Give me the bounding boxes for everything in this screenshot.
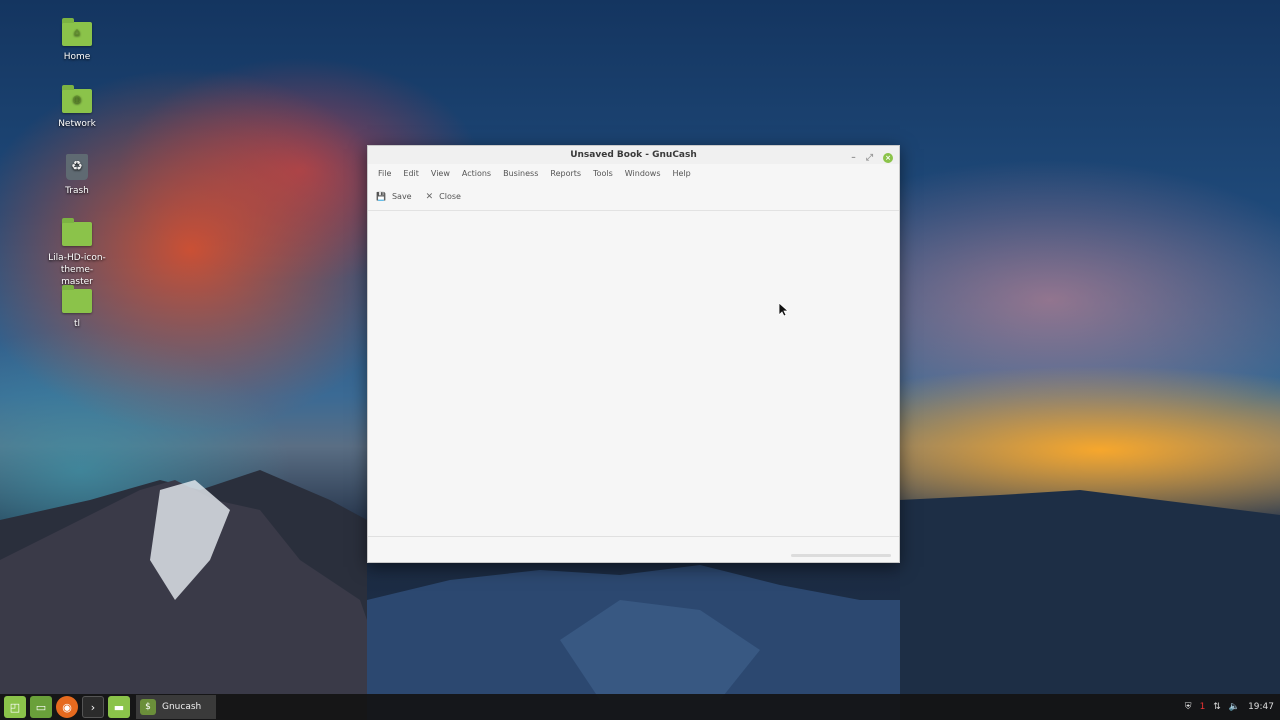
taskbar: ◰ ▭ ◉ › ▬ $ Gnucash ⛨ 1 ⇅ 🔈 19:47 — [0, 694, 1280, 720]
menu-edit[interactable]: Edit — [397, 169, 425, 178]
menu-actions[interactable]: Actions — [456, 169, 497, 178]
folder-icon — [62, 218, 92, 246]
system-tray: ⛨ 1 ⇅ 🔈 19:47 — [1185, 694, 1274, 720]
taskbar-task-gnucash[interactable]: $ Gnucash — [136, 695, 216, 719]
menu-business[interactable]: Business — [497, 169, 544, 178]
desktop-icon-label: Network — [58, 119, 96, 129]
network-icon[interactable]: ⇅ — [1213, 702, 1221, 712]
save-icon: 💾 — [376, 192, 386, 201]
window-title: Unsaved Book - GnuCash — [570, 150, 697, 160]
desktop-icon-home[interactable]: ⌂ Home — [40, 18, 114, 62]
firefox-icon[interactable]: ◉ — [56, 696, 78, 718]
volume-icon[interactable]: 🔈 — [1229, 702, 1240, 712]
task-label: Gnucash — [162, 702, 202, 712]
menu-view[interactable]: View — [425, 169, 456, 178]
menu-help[interactable]: Help — [667, 169, 697, 178]
shield-icon[interactable]: ⛨ — [1185, 702, 1192, 712]
menu-reports[interactable]: Reports — [544, 169, 587, 178]
close-button[interactable]: ✕ Close — [426, 192, 461, 202]
desktop-icon-label: tl — [73, 319, 81, 329]
progress-bar — [791, 554, 891, 557]
window-titlebar[interactable]: Unsaved Book - GnuCash – ⤢ × — [368, 146, 899, 164]
gnucash-app-icon: $ — [140, 699, 156, 715]
network-folder-icon: ◍ — [62, 85, 92, 113]
mint-menu-icon[interactable]: ◰ — [4, 696, 26, 718]
toolbar: 💾 Save ✕ Close — [368, 183, 899, 211]
folder-icon — [62, 285, 92, 313]
window-close-button[interactable]: × — [883, 153, 893, 163]
statusbar — [368, 536, 899, 562]
desktop-icon-tl[interactable]: tl — [40, 285, 114, 329]
trash-icon: ♻ — [66, 154, 88, 180]
close-label: Close — [439, 192, 461, 201]
files-icon[interactable]: ▬ — [108, 696, 130, 718]
desktop-icon-label: Lila-HD-icon-theme-master — [48, 253, 106, 287]
desktop-icon-lila-theme[interactable]: Lila-HD-icon-theme-master — [40, 218, 114, 288]
maximize-button[interactable]: ⤢ — [866, 149, 873, 167]
menu-tools[interactable]: Tools — [587, 169, 619, 178]
desktop-icon-label: Home — [63, 52, 91, 62]
minimize-button[interactable]: – — [851, 149, 856, 167]
menubar: File Edit View Actions Business Reports … — [368, 164, 899, 183]
save-button[interactable]: 💾 Save — [376, 192, 412, 201]
desktop-icon-label: Trash — [65, 186, 89, 196]
gnucash-window: Unsaved Book - GnuCash – ⤢ × File Edit V… — [367, 145, 900, 563]
desktop-icon-network[interactable]: ◍ Network — [40, 85, 114, 129]
desktop-icon-trash[interactable]: ♻ Trash — [40, 154, 114, 196]
clock[interactable]: 19:47 — [1248, 702, 1274, 712]
menu-file[interactable]: File — [372, 169, 397, 178]
close-icon: ✕ — [425, 191, 434, 202]
notification-badge[interactable]: 1 — [1200, 702, 1206, 712]
terminal-icon[interactable]: › — [82, 696, 104, 718]
main-content-area[interactable] — [368, 211, 899, 537]
menu-windows[interactable]: Windows — [619, 169, 667, 178]
mouse-cursor-icon — [779, 303, 789, 317]
home-folder-icon: ⌂ — [62, 18, 92, 46]
show-desktop-icon[interactable]: ▭ — [30, 696, 52, 718]
save-label: Save — [391, 192, 412, 201]
